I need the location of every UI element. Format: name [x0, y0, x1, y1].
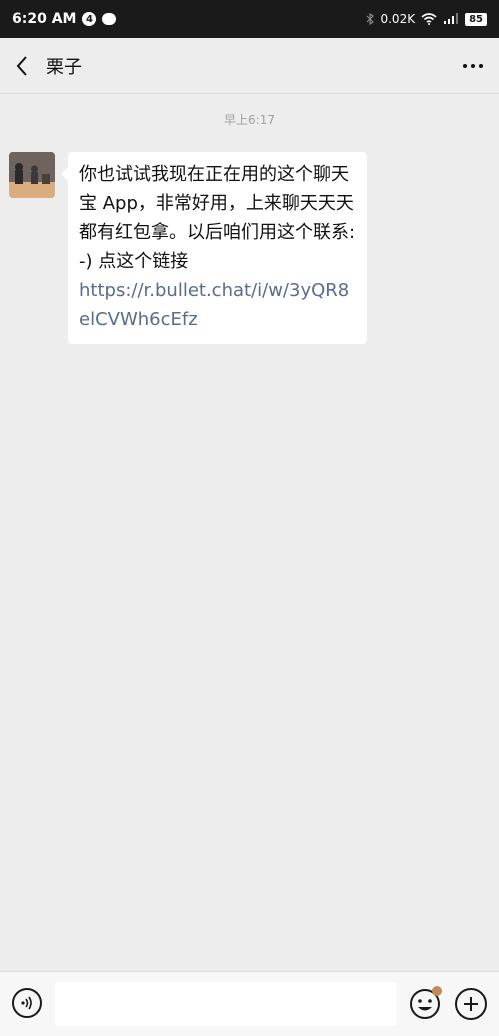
status-bar: 6:20 AM 4 0.02K 85 [0, 0, 499, 38]
message-timestamp: 早上6:17 [224, 113, 275, 127]
voice-icon [21, 996, 32, 1010]
more-options-button[interactable] [447, 38, 499, 94]
status-right: 0.02K 85 [366, 12, 487, 26]
message-text: 你也试试我现在正在用的这个聊天宝 App，非常好用，上来聊天天天都有红包拿。以后… [79, 164, 356, 272]
message-notification-icon [102, 13, 117, 25]
contact-avatar[interactable] [9, 152, 55, 198]
notification-count-badge: 4 [82, 12, 97, 26]
status-left: 6:20 AM 4 [12, 11, 117, 27]
status-time: 6:20 AM [12, 11, 77, 27]
signal-icon [444, 13, 459, 24]
plus-icon [464, 997, 478, 1011]
chevron-left-icon [16, 55, 27, 76]
chat-title: 栗子 [46, 56, 82, 78]
more-dots-icon [463, 63, 483, 68]
input-bar [0, 971, 499, 1036]
emoji-badge-dot [432, 986, 442, 996]
chat-area[interactable]: 早上6:17 你也试试我现在正在用的这个聊天宝 App，非常好用，上来聊天天天都… [0, 95, 499, 971]
message-input[interactable] [55, 982, 397, 1026]
voice-input-button[interactable] [12, 988, 42, 1018]
wifi-icon [421, 13, 437, 25]
more-functions-button[interactable] [455, 988, 487, 1020]
battery-level: 85 [465, 12, 487, 26]
back-button[interactable] [0, 38, 44, 94]
chat-header: 栗子 [0, 38, 499, 94]
avatar-image [9, 152, 55, 198]
message-bubble[interactable]: 你也试试我现在正在用的这个聊天宝 App，非常好用，上来聊天天天都有红包拿。以后… [61, 152, 367, 344]
network-speed: 0.02K [380, 12, 416, 26]
bluetooth-icon [367, 13, 375, 25]
message-link[interactable]: https://r.bullet.chat/i/w/3yQR8elCVWh6cE… [79, 276, 357, 334]
